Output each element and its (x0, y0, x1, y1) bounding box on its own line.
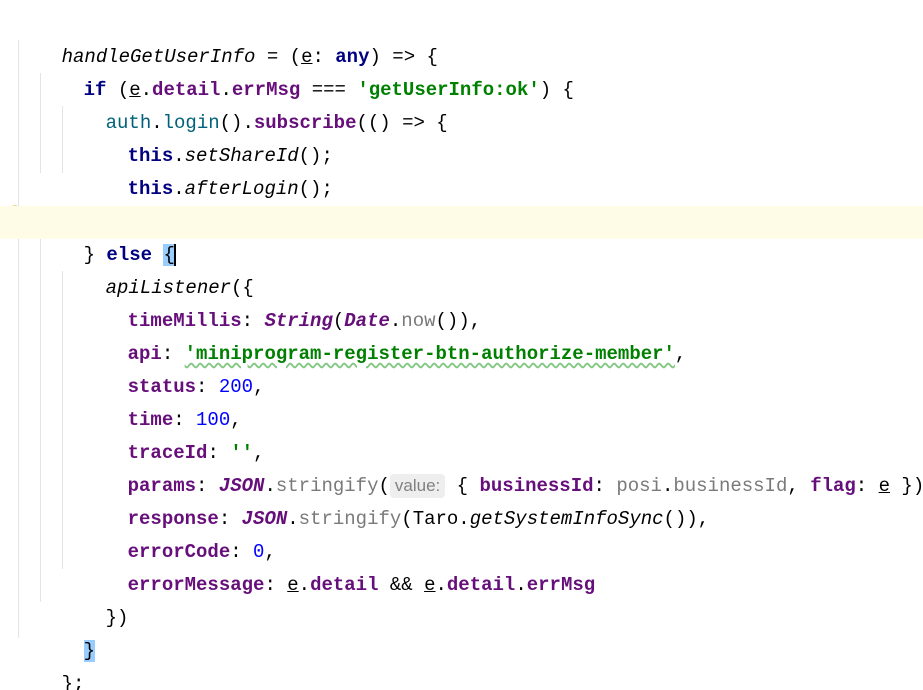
code-line[interactable]: this.setShareId(); (0, 107, 923, 167)
code-line[interactable]: }) (0, 569, 923, 629)
code-line[interactable]: auth.login().subscribe(() => { (0, 74, 923, 134)
code-line[interactable]: timeMillis: String(Date.now()), (0, 272, 923, 332)
code-line[interactable]: this.afterLogin(); (0, 140, 923, 200)
code-line[interactable]: status: 200, (0, 338, 923, 398)
current-code-line[interactable]: } else { (0, 206, 923, 266)
code-line[interactable]: traceId: '', (0, 404, 923, 464)
code-token: }; (61, 673, 85, 690)
code-editor[interactable]: handleGetUserInfo = (e: any) => { if (e.… (0, 0, 923, 690)
code-line[interactable]: } (0, 602, 923, 662)
code-line[interactable]: api: 'miniprogram-register-btn-authorize… (0, 305, 923, 365)
code-line[interactable]: if (e.detail.errMsg === 'getUserInfo:ok'… (0, 41, 923, 101)
code-line[interactable]: errorMessage: e.detail && e.detail.errMs… (0, 536, 923, 596)
code-line[interactable]: }; (0, 635, 923, 690)
code-line[interactable]: errorCode: 0, (0, 503, 923, 563)
code-line[interactable]: apiListener({ (0, 239, 923, 299)
code-line[interactable]: handleGetUserInfo = (e: any) => { (0, 8, 923, 68)
code-line[interactable]: time: 100, (0, 371, 923, 431)
code-line[interactable]: params: JSON.stringify(value: { business… (0, 437, 923, 498)
code-line[interactable]: response: JSON.stringify(Taro.getSystemI… (0, 470, 923, 530)
code-line[interactable]: }, ({ errMsg }) => {}); (0, 173, 923, 233)
